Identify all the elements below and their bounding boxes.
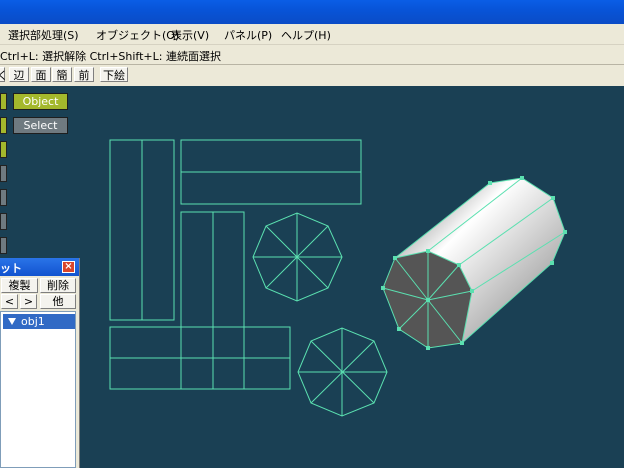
face-button[interactable]: 面 (31, 67, 51, 82)
expand-triangle-icon[interactable] (8, 318, 16, 325)
object-panel-title: ット (0, 262, 22, 275)
object-list[interactable]: obj1 (0, 311, 76, 468)
shortcut-hint: Ctrl+L: 選択解除 Ctrl+Shift+L: 連続面選択 (0, 50, 221, 63)
delete-button[interactable]: 削除 (40, 278, 76, 293)
prev-button[interactable]: < (1, 294, 18, 309)
copy-button[interactable]: 複製 (1, 278, 38, 293)
shaded-cylinder (381, 176, 567, 350)
menu-panel[interactable]: パネル(P) (224, 27, 272, 43)
cut-button[interactable]: く (0, 67, 8, 82)
3d-viewport[interactable]: Object Select (0, 86, 624, 468)
other-button[interactable]: 他 (40, 294, 76, 309)
object-panel: ット × 複製 削除 < > 他 obj1 (0, 258, 80, 468)
wireframe-canvas (109, 139, 567, 417)
list-item[interactable]: obj1 (3, 314, 75, 329)
underpaint-button[interactable]: 下絵 (100, 67, 128, 82)
menu-help[interactable]: ヘルプ(H) (281, 27, 331, 43)
menu-view[interactable]: 表示(V) (171, 27, 209, 43)
close-icon[interactable]: × (62, 261, 75, 273)
window-title-bar (0, 0, 624, 24)
object-panel-title-bar: ット × (0, 258, 79, 276)
simple-button[interactable]: 簡 (52, 67, 72, 82)
front-button[interactable]: 前 (74, 67, 94, 82)
menu-object[interactable]: オブジェクト(O) (96, 27, 179, 43)
next-button[interactable]: > (20, 294, 37, 309)
tool-bar: く 辺 面 簡 前 下絵 (0, 65, 624, 86)
hint-bar: Ctrl+L: 選択解除 Ctrl+Shift+L: 連続面選択 (0, 45, 624, 65)
menu-bar: 選択部処理(S) オブジェクト(O) 表示(V) パネル(P) ヘルプ(H) (0, 24, 624, 45)
edge-button[interactable]: 辺 (9, 67, 29, 82)
object-name: obj1 (21, 315, 45, 328)
menu-selection[interactable]: 選択部処理(S) (8, 27, 79, 43)
